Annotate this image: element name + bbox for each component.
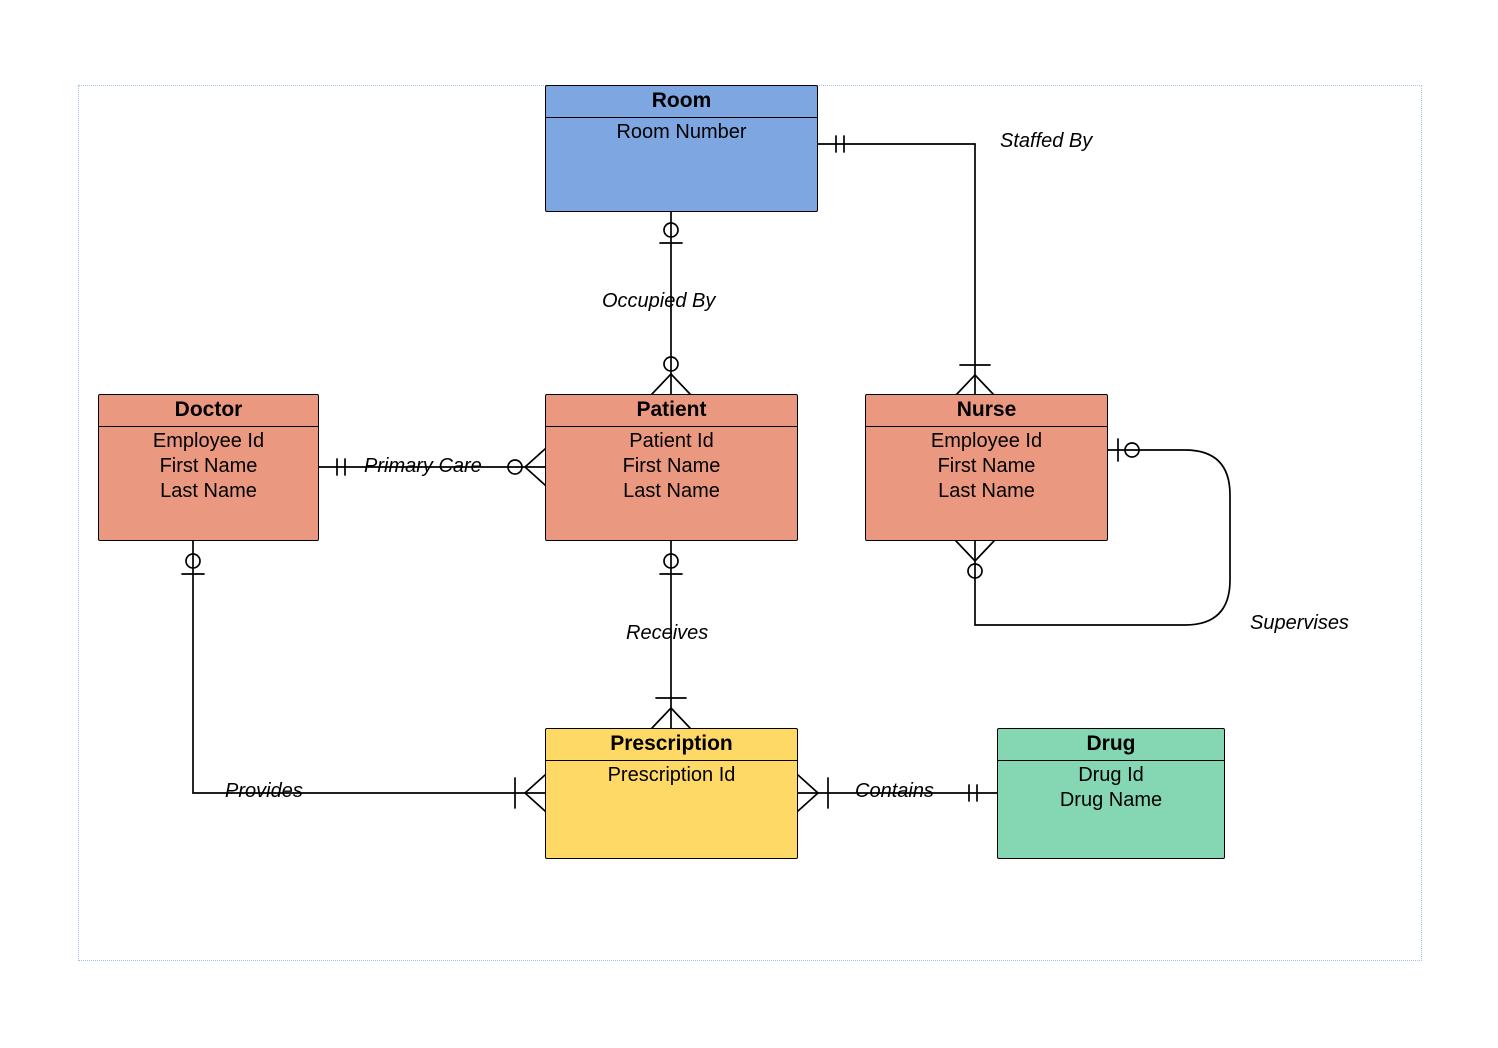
- entity-title: Prescription: [546, 729, 797, 761]
- entity-title: Patient: [546, 395, 797, 427]
- entity-patient[interactable]: Patient Patient Id First Name Last Name: [545, 394, 798, 541]
- rel-label-occupied-by: Occupied By: [602, 290, 715, 313]
- entity-prescription[interactable]: Prescription Prescription Id: [545, 728, 798, 859]
- entity-attrs: Room Number: [546, 118, 817, 151]
- entity-title: Drug: [998, 729, 1224, 761]
- rel-label-provides: Provides: [225, 780, 303, 803]
- entity-attrs: Employee Id First Name Last Name: [866, 427, 1107, 510]
- entity-attrs: Employee Id First Name Last Name: [99, 427, 318, 510]
- rel-label-supervises: Supervises: [1250, 612, 1349, 635]
- entity-title: Doctor: [99, 395, 318, 427]
- entity-nurse[interactable]: Nurse Employee Id First Name Last Name: [865, 394, 1108, 541]
- entity-attrs: Prescription Id: [546, 761, 797, 794]
- rel-label-staffed-by: Staffed By: [1000, 130, 1092, 153]
- rel-label-receives: Receives: [626, 622, 708, 645]
- entity-attrs: Drug Id Drug Name: [998, 761, 1224, 819]
- entity-doctor[interactable]: Doctor Employee Id First Name Last Name: [98, 394, 319, 541]
- entity-drug[interactable]: Drug Drug Id Drug Name: [997, 728, 1225, 859]
- rel-label-primary-care: Primary Care: [364, 455, 482, 478]
- rel-label-contains: Contains: [855, 780, 934, 803]
- entity-room[interactable]: Room Room Number: [545, 85, 818, 212]
- entity-title: Nurse: [866, 395, 1107, 427]
- entity-attrs: Patient Id First Name Last Name: [546, 427, 797, 510]
- entity-title: Room: [546, 86, 817, 118]
